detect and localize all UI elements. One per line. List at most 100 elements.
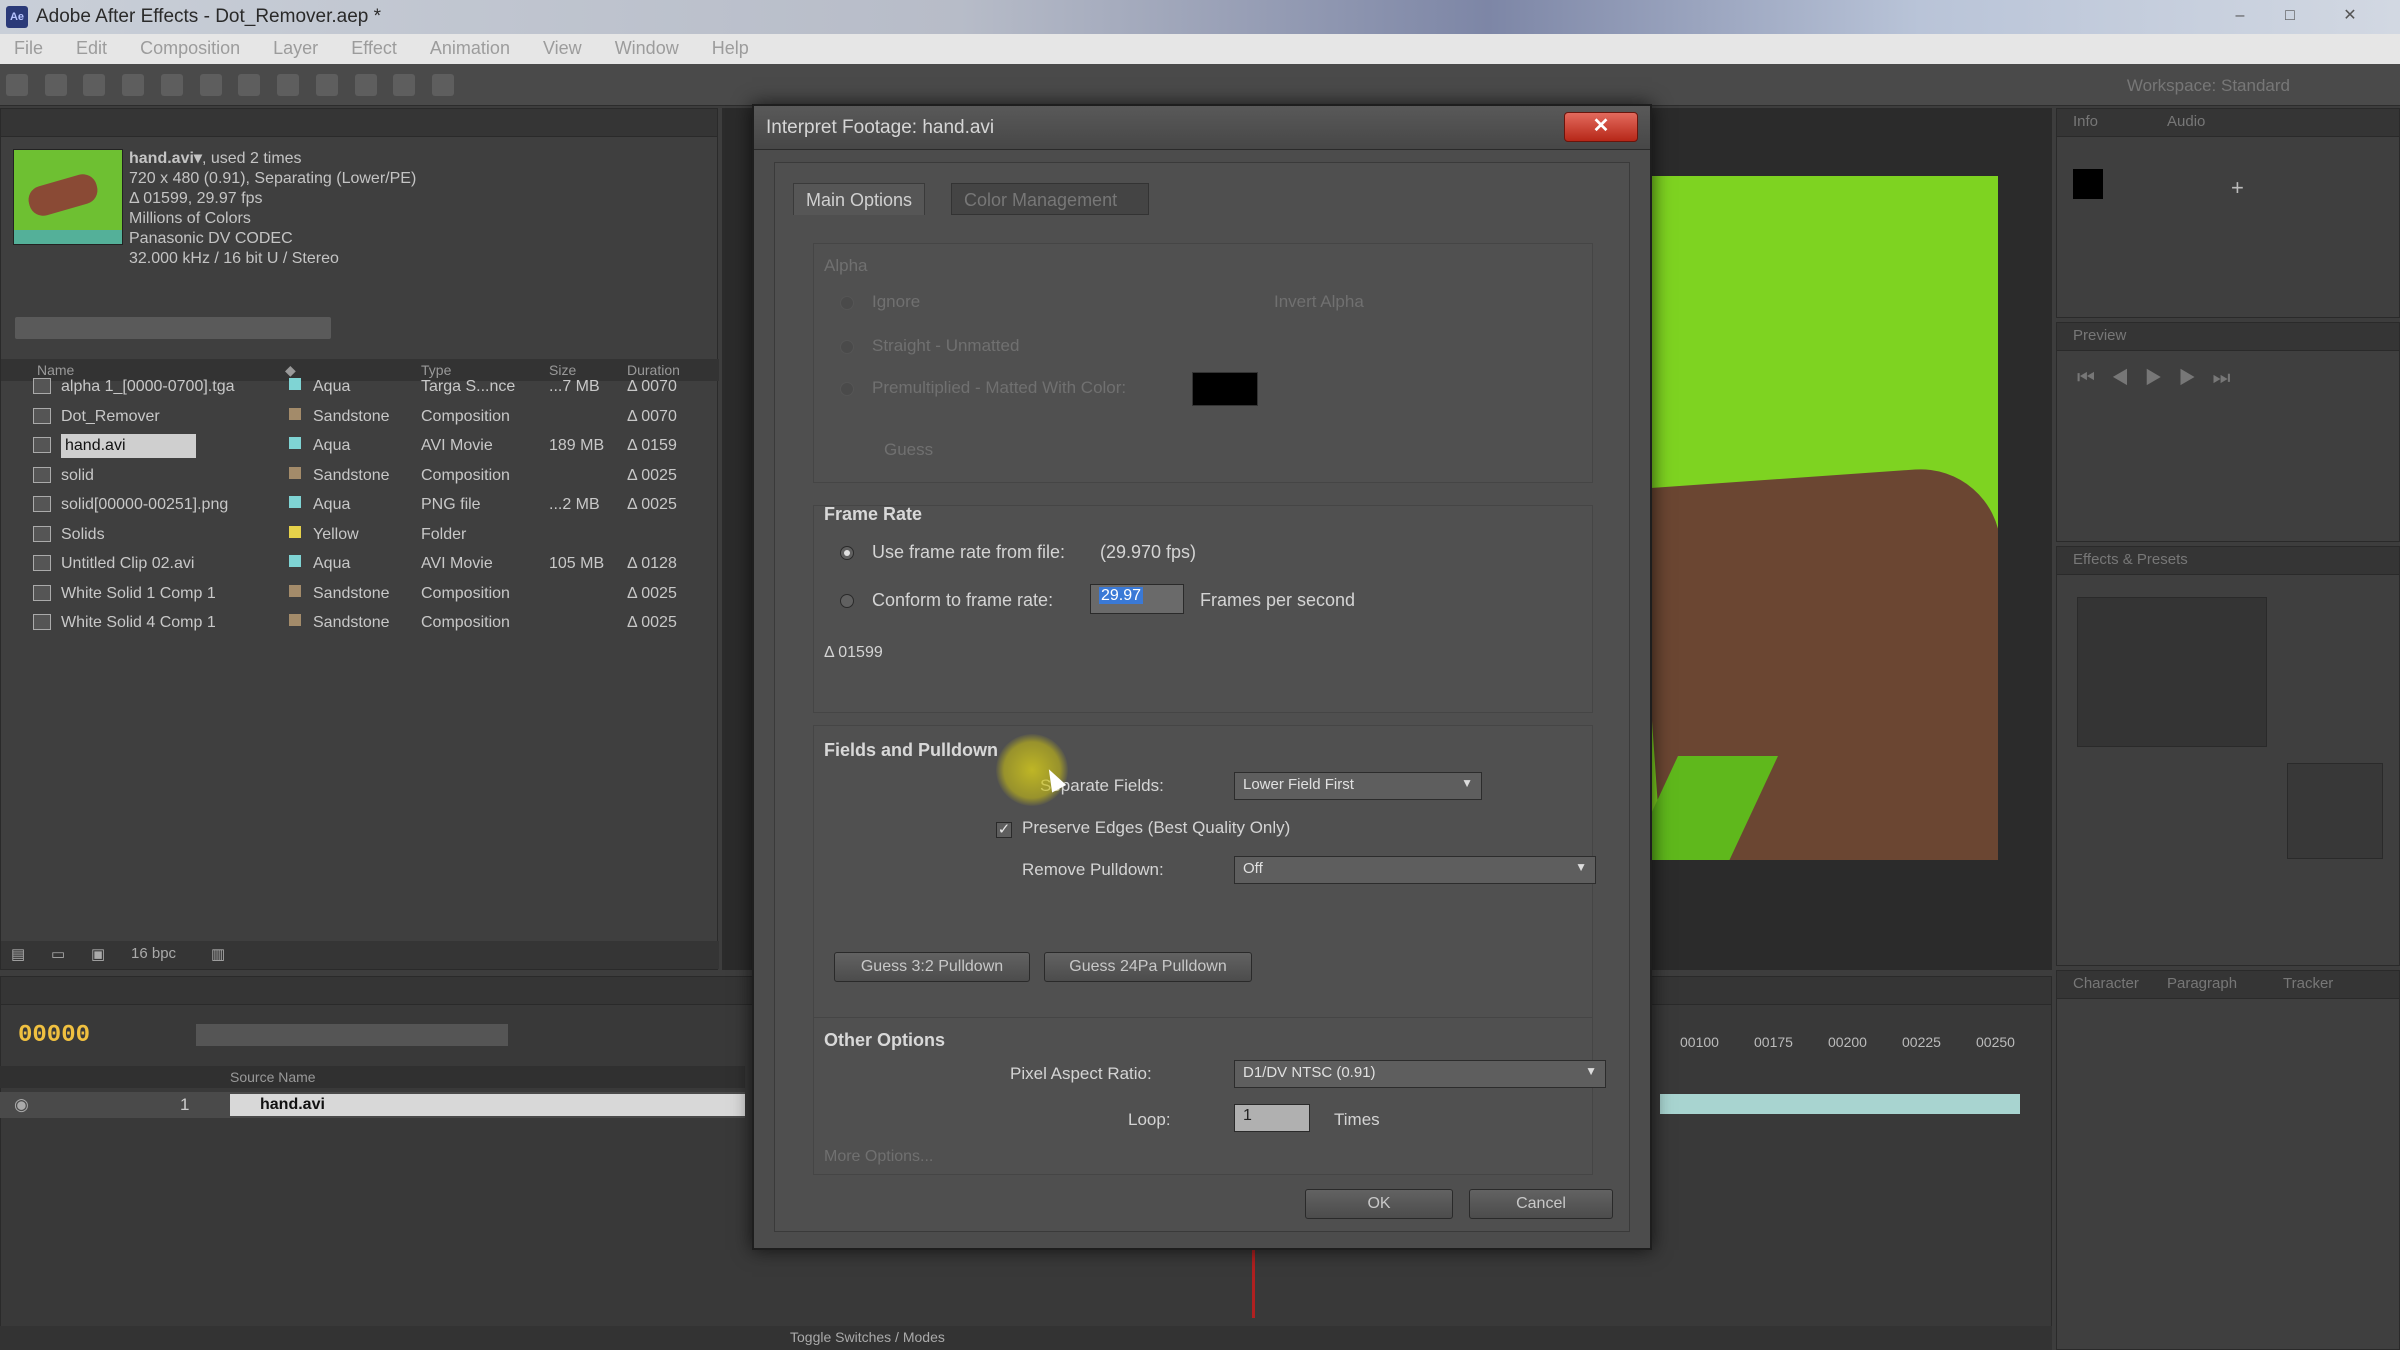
conform-rate-radio[interactable] bbox=[840, 594, 854, 608]
layer-name[interactable]: hand.avi bbox=[230, 1094, 745, 1116]
row-name[interactable]: solid bbox=[61, 467, 94, 485]
selection-tool-icon[interactable] bbox=[6, 74, 28, 96]
separate-fields-dropdown[interactable]: Lower Field First ▼ bbox=[1234, 772, 1482, 800]
label-color-swatch[interactable] bbox=[289, 437, 301, 449]
menu-layer[interactable]: Layer bbox=[259, 34, 332, 63]
more-options-button[interactable]: More Options... bbox=[824, 1148, 933, 1166]
maximize-button[interactable]: □ bbox=[2270, 4, 2310, 28]
remove-pulldown-dropdown[interactable]: Off ▼ bbox=[1234, 856, 1596, 884]
tab-character[interactable]: Character bbox=[2073, 975, 2139, 992]
menu-edit[interactable]: Edit bbox=[62, 34, 121, 63]
tab-audio[interactable]: Audio bbox=[2167, 113, 2205, 130]
loop-input[interactable]: 1 bbox=[1234, 1104, 1310, 1132]
project-row[interactable]: Untitled Clip 02.avi Aqua AVI Movie 105 MB Δ… bbox=[1, 550, 719, 579]
row-name[interactable]: alpha 1_[0000-0700].tga bbox=[61, 378, 234, 396]
label-color-swatch[interactable] bbox=[289, 584, 301, 597]
use-file-rate-radio[interactable] bbox=[840, 546, 854, 560]
matte-color-swatch[interactable] bbox=[1192, 372, 1258, 406]
tab-paragraph[interactable]: Paragraph bbox=[2167, 975, 2237, 992]
row-name[interactable]: White Solid 1 Comp 1 bbox=[61, 585, 216, 603]
row-name[interactable]: solid[00000-00251].png bbox=[61, 496, 228, 514]
label-color-swatch[interactable] bbox=[289, 407, 301, 420]
tab-effects-presets[interactable]: Effects & Presets bbox=[2073, 551, 2188, 568]
layer-duration-bar[interactable] bbox=[1660, 1094, 2020, 1114]
text-tool-icon[interactable] bbox=[277, 74, 300, 96]
brush-tips-grid[interactable] bbox=[2077, 597, 2267, 747]
tab-color-management[interactable]: Color Management bbox=[951, 183, 1149, 215]
eraser-tool-icon[interactable] bbox=[393, 74, 416, 96]
cancel-button[interactable]: Cancel bbox=[1469, 1189, 1613, 1219]
menu-effect[interactable]: Effect bbox=[337, 34, 411, 63]
project-row[interactable]: solid[00000-00251].png Aqua PNG file ...2 M… bbox=[1, 491, 719, 520]
menu-window[interactable]: Window bbox=[601, 34, 693, 63]
project-row[interactable]: White Solid 1 Comp 1 Sandstone Composition… bbox=[1, 580, 719, 609]
alpha-guess-button[interactable]: Guess bbox=[884, 440, 933, 460]
camera-tool-icon[interactable] bbox=[160, 74, 183, 96]
timeline-ruler[interactable]: 00100 00175 00200 00225 00250 bbox=[1660, 1030, 2020, 1058]
close-button[interactable]: ✕ bbox=[2330, 4, 2370, 28]
label-color-swatch[interactable] bbox=[289, 555, 301, 567]
label-color-swatch[interactable] bbox=[289, 466, 301, 479]
new-comp-icon[interactable]: ▣ bbox=[91, 945, 105, 963]
project-row[interactable]: hand.avi Aqua AVI Movie 189 MB Δ 0159 bbox=[1, 432, 719, 461]
footage-name[interactable]: hand.avi▾ bbox=[129, 150, 202, 167]
preserve-edges-label[interactable]: Preserve Edges (Best Quality Only) bbox=[1022, 818, 1290, 838]
new-folder-icon[interactable]: ▭ bbox=[51, 945, 65, 963]
interpret-footage-icon[interactable]: ▤ bbox=[11, 945, 25, 963]
label-color-swatch[interactable] bbox=[289, 378, 301, 390]
pixel-aspect-dropdown[interactable]: D1/DV NTSC (0.91) ▼ bbox=[1234, 1060, 1606, 1088]
zoom-tool-icon[interactable] bbox=[83, 74, 106, 96]
dialog-close-button[interactable]: ✕ bbox=[1564, 112, 1638, 142]
bpc-label[interactable]: 16 bpc bbox=[131, 945, 176, 962]
trash-icon[interactable]: ▥ bbox=[211, 945, 225, 963]
use-file-rate-label[interactable]: Use frame rate from file: bbox=[872, 542, 1065, 563]
timeline-search-input[interactable] bbox=[196, 1024, 508, 1046]
row-name[interactable]: hand.avi bbox=[61, 434, 196, 458]
tab-preview[interactable]: Preview bbox=[2073, 327, 2126, 344]
project-search-input[interactable] bbox=[15, 317, 331, 339]
clone-tool-icon[interactable] bbox=[354, 74, 377, 96]
label-color-swatch[interactable] bbox=[289, 525, 301, 538]
alpha-premultiplied-radio[interactable] bbox=[840, 382, 854, 396]
playback-controls[interactable]: ⏮◀▶▶⏭ bbox=[2077, 367, 2247, 390]
row-name[interactable]: Dot_Remover bbox=[61, 408, 160, 426]
label-color-swatch[interactable] bbox=[289, 614, 301, 626]
project-row[interactable]: Dot_Remover Sandstone Composition Δ 0070 bbox=[1, 403, 719, 432]
conform-rate-input[interactable]: 29.97 bbox=[1090, 584, 1184, 614]
timeline-timecode[interactable]: 00000 bbox=[18, 1022, 90, 1049]
rotate-tool-icon[interactable] bbox=[122, 74, 145, 96]
preserve-edges-checkbox[interactable]: ✓ bbox=[996, 822, 1012, 838]
menu-composition[interactable]: Composition bbox=[126, 34, 254, 63]
row-name[interactable]: White Solid 4 Comp 1 bbox=[61, 614, 216, 632]
tab-info[interactable]: Info bbox=[2073, 113, 2098, 130]
toggle-switches-modes[interactable]: Toggle Switches / Modes bbox=[790, 1329, 945, 1345]
workspace-label[interactable]: Workspace: Standard bbox=[2127, 76, 2290, 96]
minimize-button[interactable]: – bbox=[2220, 4, 2260, 28]
layer-visibility-icon[interactable]: ◉ bbox=[14, 1095, 29, 1115]
alpha-ignore-radio[interactable] bbox=[840, 296, 854, 310]
project-row[interactable]: White Solid 4 Comp 1 Sandstone Composition… bbox=[1, 609, 719, 638]
menu-animation[interactable]: Animation bbox=[416, 34, 524, 63]
project-row[interactable]: alpha 1_[0000-0700].tga Aqua Targa S...nce… bbox=[1, 373, 719, 402]
row-name[interactable]: Untitled Clip 02.avi bbox=[61, 555, 194, 573]
project-row[interactable]: solid Sandstone Composition Δ 0025 bbox=[1, 462, 719, 491]
menu-help[interactable]: Help bbox=[698, 34, 763, 63]
tab-main-options[interactable]: Main Options bbox=[793, 183, 926, 215]
guess-24pa-pulldown-button[interactable]: Guess 24Pa Pulldown bbox=[1044, 952, 1252, 982]
pan-behind-tool-icon[interactable] bbox=[199, 74, 222, 96]
alpha-straight-radio[interactable] bbox=[840, 340, 854, 354]
brush-tool-icon[interactable] bbox=[315, 74, 338, 96]
conform-rate-label[interactable]: Conform to frame rate: bbox=[872, 590, 1053, 611]
source-name-column[interactable]: Source Name bbox=[230, 1069, 316, 1085]
menu-view[interactable]: View bbox=[529, 34, 596, 63]
project-row[interactable]: Solids Yellow Folder bbox=[1, 521, 719, 550]
ok-button[interactable]: OK bbox=[1305, 1189, 1453, 1219]
project-panel-tabs[interactable] bbox=[1, 109, 717, 137]
hand-tool-icon[interactable] bbox=[44, 74, 67, 96]
tab-tracker[interactable]: Tracker bbox=[2283, 975, 2333, 992]
row-name[interactable]: Solids bbox=[61, 526, 105, 544]
puppet-tool-icon[interactable] bbox=[432, 74, 455, 96]
menu-file[interactable]: File bbox=[0, 34, 57, 63]
pen-tool-icon[interactable] bbox=[238, 74, 261, 96]
guess-32-pulldown-button[interactable]: Guess 3:2 Pulldown bbox=[834, 952, 1030, 982]
